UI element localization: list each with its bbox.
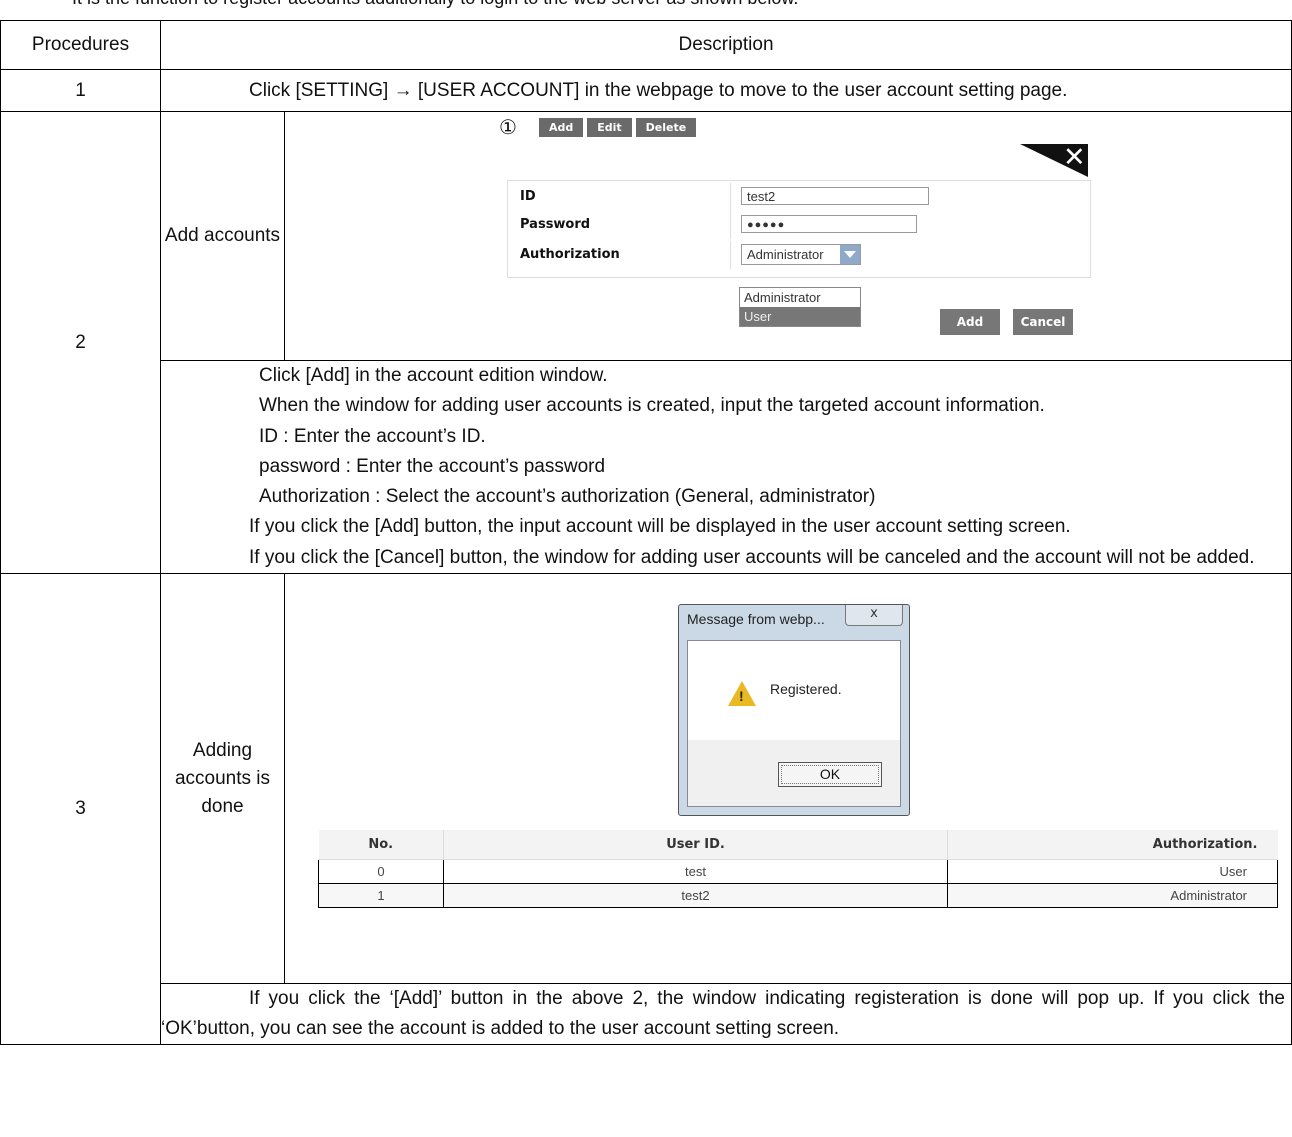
form-row-id: ID test2 [508, 183, 1090, 211]
table-row: 2 Add accounts ① Add Edit Delete ✕ ID te… [0, 110, 1292, 575]
authorization-select[interactable]: Administrator [741, 244, 861, 265]
form-row-password: Password ●●●●● [508, 211, 1090, 239]
add-account-form: ID test2 Password ●●●●● Authorization Ad… [507, 180, 1091, 278]
table-row: Click [Add] in the account edition windo… [1, 359, 1292, 575]
step-description: Click [SETTING] → [USER ACCOUNT] in the … [160, 69, 1292, 112]
step-number: 1 [0, 69, 161, 112]
screenshot-add-account: ① Add Edit Delete ✕ ID test2 Password ●●… [284, 111, 1292, 361]
table-row: 1 Click [SETTING] → [USER ACCOUNT] in th… [0, 69, 1292, 112]
header-description: Description [160, 20, 1292, 70]
table-row[interactable]: 0 test User [318, 859, 1278, 885]
column-header: User ID. [443, 830, 948, 861]
form-add-button[interactable]: Add [940, 309, 1000, 335]
screenshot-registered: Message from webp... x ! Registered. OK … [284, 573, 1292, 985]
id-field[interactable]: test2 [741, 187, 929, 205]
table-header: Procedures Description [0, 20, 1292, 70]
procedures-table: Procedures Description 1 Click [SETTING]… [0, 20, 1292, 1046]
chevron-down-icon[interactable] [840, 245, 860, 264]
authorization-dropdown: Administrator User [739, 287, 861, 327]
header-procedures: Procedures [0, 20, 161, 70]
dropdown-option[interactable]: User [740, 307, 860, 326]
step-number: 3 [0, 573, 161, 1046]
add-button[interactable]: Add [538, 118, 584, 137]
account-toolbar: ① Add Edit Delete [499, 115, 697, 140]
password-label: Password [520, 217, 591, 232]
step-description: Click [Add] in the account edition windo… [160, 359, 1292, 575]
password-field[interactable]: ●●●●● [741, 215, 917, 233]
form-row-authorization: Authorization Administrator [508, 241, 1090, 269]
authorization-label: Authorization [520, 247, 620, 262]
step-label: Adding accounts is done [160, 573, 285, 985]
table-row: If you click the ‘[Add]’ button in the a… [1, 983, 1292, 1046]
id-label: ID [520, 189, 536, 204]
column-header: No. [318, 830, 444, 861]
step-marker: ① [499, 117, 517, 139]
close-icon[interactable]: ✕ [1063, 142, 1086, 173]
delete-button[interactable]: Delete [635, 118, 697, 137]
step-number: 2 [0, 110, 161, 575]
step-label: Add accounts [160, 111, 285, 361]
close-icon[interactable]: x [845, 605, 903, 627]
ok-button[interactable]: OK [778, 762, 882, 788]
table-row[interactable]: 1 test2 Administrator [318, 883, 1278, 909]
edit-button[interactable]: Edit [587, 118, 632, 137]
column-header: Authorization. [947, 830, 1278, 861]
dialog-message: Registered. [770, 681, 842, 698]
dropdown-option[interactable]: Administrator [740, 288, 860, 307]
dialog-title: Message from webp... [687, 611, 825, 628]
message-dialog: Message from webp... x ! Registered. OK [678, 604, 910, 817]
intro-text: It is the function to register accounts … [72, 0, 798, 9]
accounts-table: No. User ID. Authorization. 0 test User … [318, 830, 1278, 909]
form-cancel-button[interactable]: Cancel [1013, 309, 1073, 335]
table-row: 3 Adding accounts is done Message from w… [0, 573, 1292, 1046]
step-description: If you click the ‘[Add]’ button in the a… [160, 983, 1292, 1046]
authorization-selected: Administrator [747, 247, 824, 262]
